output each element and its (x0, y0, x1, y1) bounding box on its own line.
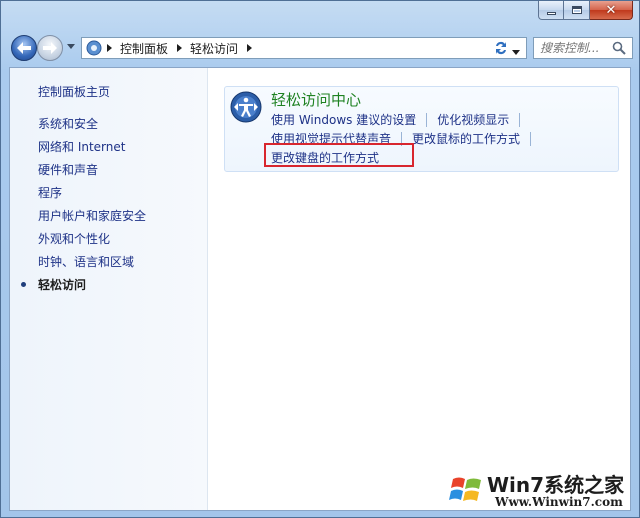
address-dropdown-button[interactable] (512, 44, 520, 58)
breadcrumb-ease-of-access[interactable]: 轻松访问 (186, 40, 242, 57)
ease-of-access-category: 轻松访问中心 使用 Windows 建议的设置 优化视频显示 使用视觉提示代替声… (224, 86, 619, 172)
sidebar-item-label: 外观和个性化 (38, 232, 111, 246)
content-area: 控制面板主页 系统和安全 网络和 Internet 硬件和声音 程序 用户帐户和… (9, 67, 631, 511)
watermark: Win7系统之家 Www.Winwin7.com (437, 463, 637, 515)
sidebar: 控制面板主页 系统和安全 网络和 Internet 硬件和声音 程序 用户帐户和… (10, 68, 208, 510)
link-divider (426, 112, 428, 127)
link-divider (519, 112, 521, 127)
sidebar-item-label: 时钟、语言和区域 (38, 255, 135, 269)
breadcrumb-separator-icon[interactable] (172, 44, 186, 52)
address-bar[interactable]: 控制面板 轻松访问 (81, 37, 527, 59)
sidebar-item-programs[interactable]: 程序 (38, 185, 146, 208)
highlight-annotation (264, 143, 414, 167)
active-bullet-icon (21, 282, 26, 287)
minimize-button[interactable] (538, 1, 564, 20)
search-icon[interactable] (612, 41, 626, 58)
change-mouse-link[interactable]: 更改鼠标的工作方式 (412, 130, 520, 147)
control-panel-icon (86, 40, 102, 56)
main-panel: 轻松访问中心 使用 Windows 建议的设置 优化视频显示 使用视觉提示代替声… (208, 68, 630, 510)
caption-buttons: ✕ (538, 1, 633, 20)
search-box[interactable] (533, 37, 633, 59)
refresh-button[interactable] (489, 37, 513, 59)
control-panel-window: ✕ 控制面板 轻松访问 搜索控制... 控制面板主页 系统和安全 网络和 Int… (0, 0, 640, 518)
sidebar-item-label: 程序 (38, 186, 63, 200)
forward-button[interactable] (37, 35, 63, 61)
sidebar-item-label: 网络和 Internet (38, 140, 126, 154)
sidebar-item-system-security[interactable]: 系统和安全 (38, 116, 146, 139)
sidebar-item-hardware-sound[interactable]: 硬件和声音 (38, 162, 146, 185)
watermark-url: Www.Winwin7.com (495, 495, 623, 509)
sidebar-item-clock-language[interactable]: 时钟、语言和区域 (38, 254, 146, 277)
sidebar-item-user-accounts[interactable]: 用户帐户和家庭安全 (38, 208, 146, 231)
category-title-link[interactable]: 轻松访问中心 (271, 89, 361, 110)
chevron-down-icon (67, 43, 75, 49)
maximize-button[interactable] (564, 1, 590, 20)
arrow-right-icon (43, 42, 57, 54)
sidebar-item-label: 硬件和声音 (38, 163, 99, 177)
breadcrumb-separator-icon[interactable] (242, 44, 256, 52)
optimize-display-link[interactable]: 优化视频显示 (437, 111, 509, 128)
search-input[interactable] (540, 41, 610, 55)
link-divider (530, 131, 532, 146)
close-icon: ✕ (605, 2, 617, 18)
navigation-bar: 控制面板 轻松访问 (9, 33, 633, 63)
sidebar-category-list: 系统和安全 网络和 Internet 硬件和声音 程序 用户帐户和家庭安全 外观… (21, 116, 146, 300)
sidebar-home-link[interactable]: 控制面板主页 (38, 83, 110, 100)
sidebar-item-label: 系统和安全 (38, 117, 99, 131)
sidebar-item-label: 用户帐户和家庭安全 (38, 209, 147, 223)
task-links-row: 使用 Windows 建议的设置 优化视频显示 (271, 111, 530, 128)
chevron-down-icon (512, 50, 520, 55)
sidebar-item-ease-of-access[interactable]: 轻松访问 (21, 277, 146, 300)
close-button[interactable]: ✕ (590, 1, 633, 20)
back-button[interactable] (11, 35, 37, 61)
sidebar-item-appearance[interactable]: 外观和个性化 (38, 231, 146, 254)
refresh-icon (496, 41, 506, 55)
maximize-icon (571, 6, 582, 14)
breadcrumb-separator-icon[interactable] (102, 44, 116, 52)
minimize-icon (546, 12, 556, 15)
sidebar-item-network[interactable]: 网络和 Internet (38, 139, 146, 162)
use-windows-settings-link[interactable]: 使用 Windows 建议的设置 (271, 111, 416, 128)
windows-logo-icon (446, 468, 488, 510)
ease-of-access-icon[interactable] (230, 91, 262, 123)
watermark-title: Win7系统之家 (487, 473, 625, 497)
sidebar-item-label: 轻松访问 (38, 278, 87, 292)
recent-pages-dropdown[interactable] (67, 42, 75, 50)
breadcrumb-control-panel[interactable]: 控制面板 (116, 40, 172, 57)
arrow-left-icon (17, 42, 31, 54)
